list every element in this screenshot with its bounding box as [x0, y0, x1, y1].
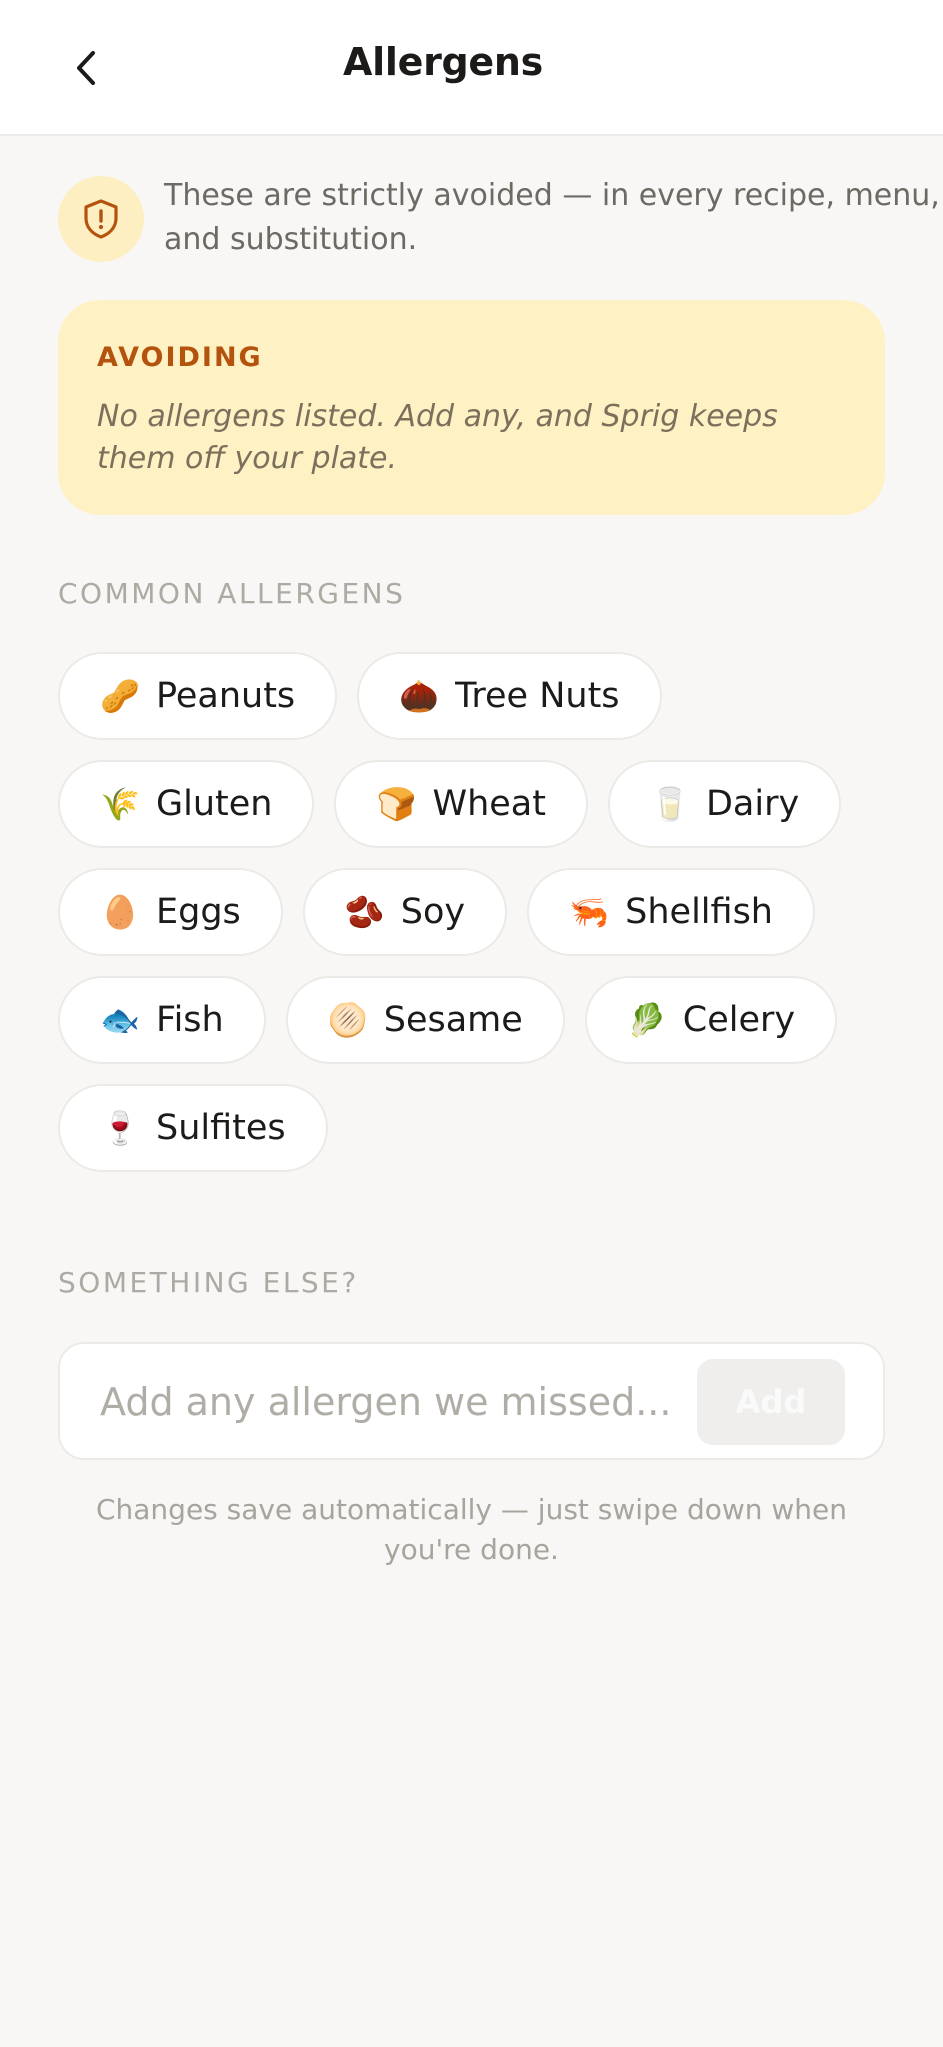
chip-celery[interactable]: 🥬 Celery: [584, 976, 838, 1064]
chip-label: Sulfites: [156, 1108, 286, 1148]
chip-label: Soy: [400, 892, 466, 932]
egg-icon: 🥚: [100, 893, 140, 931]
chip-label: Gluten: [156, 784, 273, 824]
chip-sesame[interactable]: 🫓 Sesame: [285, 976, 565, 1064]
chip-wheat[interactable]: 🍞 Wheat: [334, 760, 588, 848]
chip-eggs[interactable]: 🥚 Eggs: [58, 868, 283, 956]
chip-peanuts[interactable]: 🥜 Peanuts: [58, 652, 338, 740]
chip-gluten[interactable]: 🌾 Gluten: [58, 760, 315, 848]
chip-label: Wheat: [432, 784, 546, 824]
shield-badge: [58, 176, 144, 262]
common-allergens-heading: COMMON ALLERGENS: [58, 577, 406, 610]
shield-alert-icon: [84, 199, 118, 239]
chip-tree-nuts[interactable]: 🌰 Tree Nuts: [357, 652, 662, 740]
fish-icon: 🐟: [100, 1001, 140, 1039]
chip-shellfish[interactable]: 🦐 Shellfish: [527, 868, 815, 956]
beans-icon: 🫘: [344, 893, 385, 931]
grain-icon: 🌾: [100, 785, 140, 823]
chip-label: Eggs: [156, 892, 241, 932]
chip-label: Dairy: [705, 784, 800, 824]
avoiding-empty-message: No allergens listed. Add any, and Sprig …: [97, 399, 778, 476]
chip-fish[interactable]: 🐟 Fish: [58, 976, 266, 1064]
something-else-heading: SOMETHING ELSE?: [58, 1266, 359, 1299]
chip-dairy[interactable]: 🥛 Dairy: [607, 760, 842, 848]
chip-row: 🌾 Gluten 🍞 Wheat 🥛 Dairy: [58, 760, 898, 848]
leafy-green-icon: 🥬: [626, 1001, 667, 1039]
autosave-note: Changes save automatically — just swipe …: [95, 1493, 848, 1566]
chip-label: Peanuts: [156, 676, 296, 716]
chip-label: Celery: [682, 1000, 796, 1040]
chip-label: Fish: [156, 1000, 224, 1040]
chip-sulfites[interactable]: 🍷 Sulfites: [58, 1084, 328, 1172]
chip-row: 🥚 Eggs 🫘 Soy 🦐 Shellfish: [58, 868, 898, 956]
chip-label: Tree Nuts: [455, 676, 620, 716]
bread-icon: 🍞: [376, 785, 417, 823]
intro-notice: These are strictly avoided — in every re…: [58, 174, 940, 266]
chip-label: Shellfish: [625, 892, 773, 932]
intro-text: These are strictly avoided — in every re…: [164, 178, 940, 257]
custom-allergen-box: Add: [58, 1342, 885, 1460]
wine-glass-icon: 🍷: [100, 1109, 140, 1147]
avoiding-card: AVOIDING No allergens listed. Add any, a…: [58, 300, 885, 515]
chip-row: 🐟 Fish 🫓 Sesame 🥬 Celery: [58, 976, 898, 1064]
chestnut-icon: 🌰: [399, 677, 440, 715]
page-title: Allergens: [343, 40, 543, 84]
top-bar: Allergens: [0, 0, 943, 136]
peanut-icon: 🥜: [100, 677, 140, 715]
shrimp-icon: 🦐: [569, 893, 610, 931]
allergen-chip-list: 🥜 Peanuts 🌰 Tree Nuts 🌾 Gluten 🍞 Wheat 🥛…: [58, 652, 898, 1192]
add-button[interactable]: Add: [697, 1359, 845, 1445]
chip-soy[interactable]: 🫘 Soy: [302, 868, 508, 956]
chip-row: 🍷 Sulfites: [58, 1084, 898, 1172]
milk-icon: 🥛: [650, 785, 690, 823]
chip-row: 🥜 Peanuts 🌰 Tree Nuts: [58, 652, 898, 740]
flatbread-icon: 🫓: [327, 1001, 368, 1039]
avoiding-label: AVOIDING: [97, 342, 263, 373]
custom-allergen-input[interactable]: [98, 1372, 722, 1432]
chip-label: Sesame: [383, 1000, 523, 1040]
